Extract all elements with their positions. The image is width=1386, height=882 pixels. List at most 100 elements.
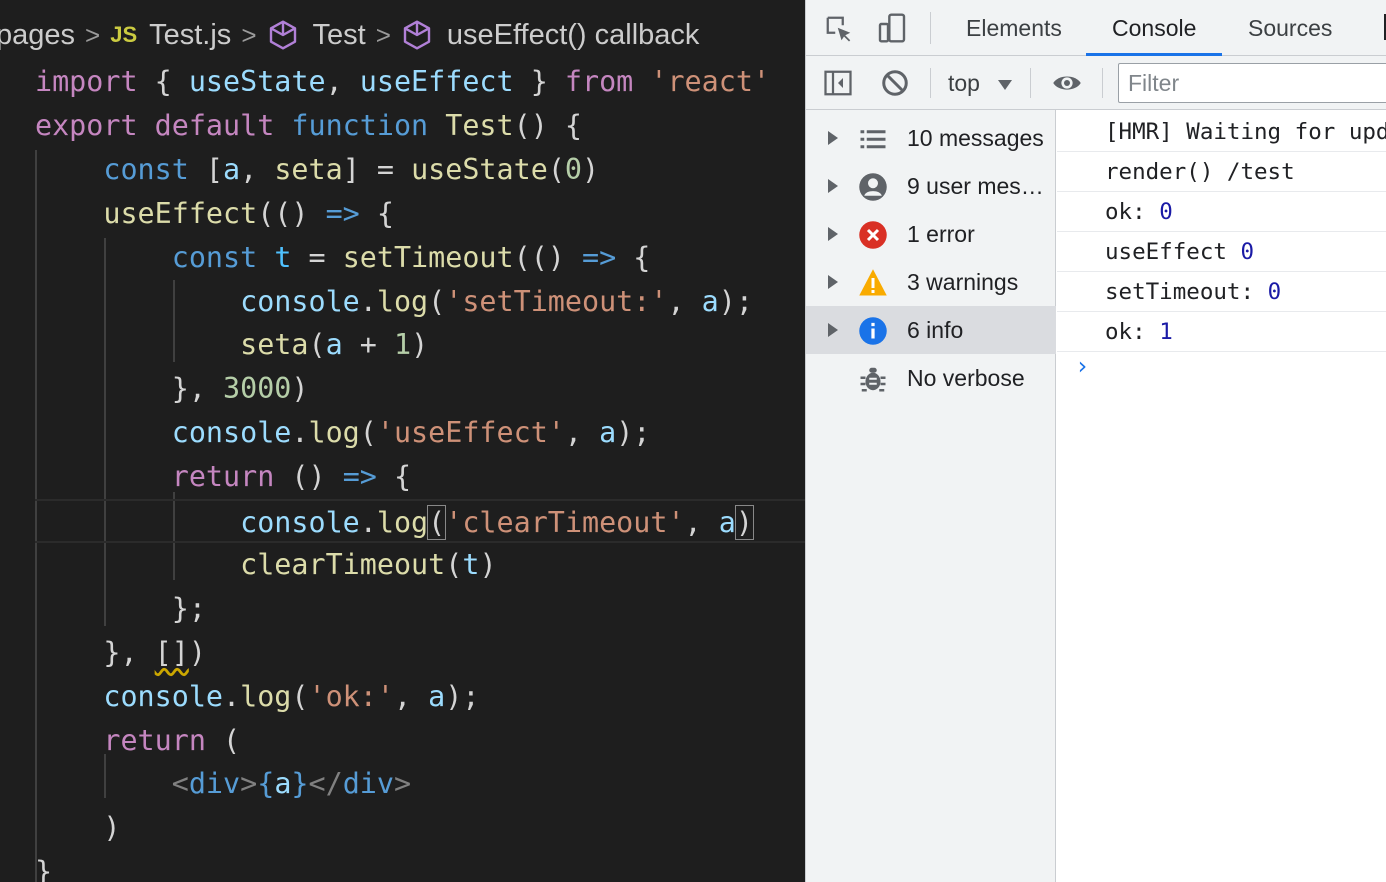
inspect-element-icon[interactable] xyxy=(824,14,854,44)
console-message[interactable]: ok: 0 xyxy=(1057,192,1386,232)
sidebar-item-label: 6 info xyxy=(907,317,964,343)
code-token: () xyxy=(274,460,343,494)
console-message[interactable]: render() /test xyxy=(1057,152,1386,192)
code-line[interactable]: return ( xyxy=(35,719,240,763)
code-token: console xyxy=(240,506,360,539)
expand-arrow-icon[interactable] xyxy=(828,275,838,289)
sidebar-item-user-messages[interactable]: 9 user messages xyxy=(806,162,1056,210)
code-token: console xyxy=(103,679,224,713)
code-token: useEffect xyxy=(359,65,514,98)
tab-console[interactable]: Console xyxy=(1085,0,1223,56)
console-prompt[interactable]: › xyxy=(1075,352,1089,380)
code-token: div xyxy=(342,767,394,801)
code-token: () { xyxy=(513,108,582,142)
code-token: < xyxy=(171,767,189,801)
code-token: a xyxy=(274,767,292,801)
code-token: a xyxy=(223,152,241,186)
context-selector-label: top xyxy=(948,70,980,96)
expand-arrow-icon[interactable] xyxy=(828,227,838,241)
code-token: const xyxy=(103,152,189,186)
warning-icon xyxy=(859,269,887,296)
code-line[interactable]: console.log('ok:', a); xyxy=(35,675,479,719)
code-token: const xyxy=(171,240,258,274)
filter-input[interactable] xyxy=(1118,63,1386,103)
code-token: t xyxy=(462,547,480,581)
console-output[interactable]: [HMR] Waiting for update signal from WDS… xyxy=(1057,110,1386,882)
sidebar-item-info[interactable]: 6 info xyxy=(806,306,1056,354)
tab-elements[interactable]: Elements xyxy=(966,0,1062,56)
code-token: , xyxy=(667,284,702,318)
code-token: log xyxy=(240,679,292,713)
code-token: seta xyxy=(240,328,309,362)
breadcrumb-file[interactable]: Test.js xyxy=(149,19,231,52)
code-token: a xyxy=(325,328,343,362)
expand-arrow-icon[interactable] xyxy=(828,323,838,337)
console-toolbar: top xyxy=(806,56,1386,110)
breadcrumb-symbol-callback[interactable]: useEffect() callback xyxy=(447,19,700,52)
live-expression-eye-icon[interactable] xyxy=(1050,68,1084,98)
breadcrumb-symbol-test[interactable]: Test xyxy=(313,19,366,52)
expand-arrow-icon[interactable] xyxy=(828,131,838,145)
tab-sources[interactable]: Sources xyxy=(1248,0,1332,56)
code-line[interactable]: ) xyxy=(35,806,120,850)
symbol-method-icon xyxy=(403,20,431,50)
code-line[interactable]: }, 3000) xyxy=(35,367,309,411)
console-message[interactable]: ok: 1 xyxy=(1057,312,1386,352)
sidebar-item-warnings[interactable]: 3 warnings xyxy=(806,258,1056,306)
chevron-right-icon: > xyxy=(375,19,391,50)
code-line[interactable]: }, []) xyxy=(35,631,206,675)
console-sidebar: 10 messages 9 user messages 1 error xyxy=(806,110,1056,882)
code-line[interactable]: } xyxy=(35,850,52,882)
code-token: return xyxy=(171,460,275,494)
code-token: Test xyxy=(445,108,514,142)
code-token: export xyxy=(35,108,138,142)
device-toolbar-icon[interactable] xyxy=(876,12,908,44)
code-line[interactable]: console.log('useEffect', a); xyxy=(35,411,651,455)
code-line[interactable]: export default function Test() { xyxy=(35,104,582,148)
code-token: ( xyxy=(359,416,377,450)
code-token: , xyxy=(564,416,600,450)
code-token: } xyxy=(513,65,565,98)
expand-arrow-icon[interactable] xyxy=(828,179,838,193)
code-line[interactable]: useEffect(() => { xyxy=(35,192,394,236)
code-token: (() xyxy=(257,196,326,230)
code-token: ( xyxy=(428,284,446,318)
code-editor[interactable]: pages > JS Test.js > Test > useEffect() … xyxy=(0,0,805,882)
code-line[interactable]: const [a, seta] = useState(0) xyxy=(35,148,599,192)
code-line[interactable]: clearTimeout(t) xyxy=(35,543,496,587)
code-token: ) xyxy=(411,328,429,362)
breadcrumb-folder[interactable]: pages xyxy=(0,19,75,52)
show-sidebar-icon[interactable] xyxy=(822,68,854,98)
code-line[interactable]: console.log('setTimeout:', a); xyxy=(35,280,753,324)
code-line[interactable]: import { useState, useEffect } from 'rea… xyxy=(35,60,770,104)
code-line[interactable]: seta(a + 1) xyxy=(35,323,428,367)
code-line[interactable]: const t = setTimeout(() => { xyxy=(35,236,651,280)
code-token: div xyxy=(188,767,241,801)
console-message[interactable]: setTimeout: 0 xyxy=(1057,272,1386,312)
sidebar-item-errors[interactable]: 1 error xyxy=(806,210,1056,258)
code-line[interactable]: return () => { xyxy=(35,455,411,499)
console-message[interactable]: [HMR] Waiting for update signal from WDS… xyxy=(1057,112,1386,152)
code-token: </ xyxy=(308,767,343,801)
console-message[interactable]: useEffect 0 xyxy=(1057,232,1386,272)
code-token: seta xyxy=(274,152,343,186)
code-token: { xyxy=(137,65,189,98)
code-line[interactable]: console.log('clearTimeout', a) xyxy=(35,499,805,543)
code-token: ] = xyxy=(342,152,412,186)
context-selector[interactable]: top xyxy=(948,56,1013,110)
clear-console-icon[interactable] xyxy=(880,68,910,98)
sidebar-item-messages[interactable]: 10 messages xyxy=(806,114,1056,162)
divider xyxy=(1102,68,1103,98)
code-token: } xyxy=(291,767,309,801)
sidebar-item-verbose[interactable]: No verbose xyxy=(806,354,1056,402)
code-token: => xyxy=(342,460,377,494)
code-token: > xyxy=(240,767,258,801)
code-line[interactable]: <div>{a}</div> xyxy=(35,762,411,806)
code-token: ) xyxy=(582,152,600,186)
code-line[interactable]: }; xyxy=(35,587,206,631)
code-token: , xyxy=(325,65,360,98)
